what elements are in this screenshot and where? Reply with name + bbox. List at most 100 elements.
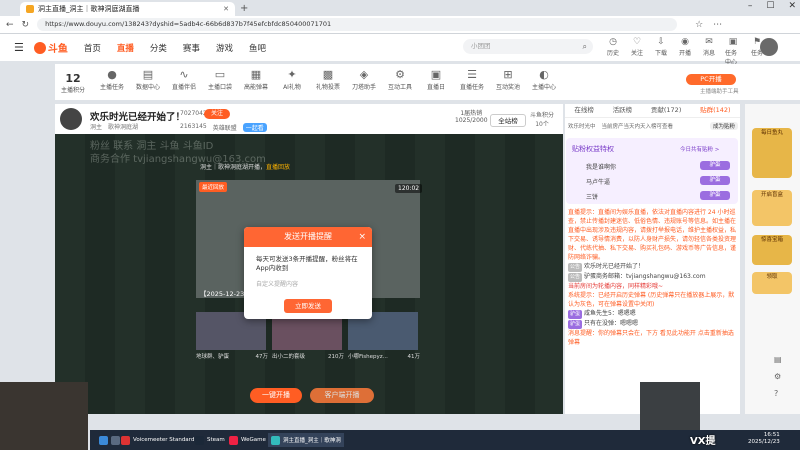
follow-list-button[interactable]: ♡ 关注: [629, 37, 645, 66]
hot-rank[interactable]: 1届热销 1025/2000: [455, 108, 488, 124]
rail-daily-fishball[interactable]: 每日鱼丸: [752, 128, 792, 178]
wave-icon: ∿: [179, 68, 189, 81]
header-icons: ◷ 历史 ♡ 关注 ⇩ 下载 ◉ 开播 ✉ 消息 ▣ 任务中心 ⚑ 任务: [605, 37, 765, 66]
fan-row[interactable]: 三饼: [586, 192, 598, 201]
tool-pocket[interactable]: ▭ 主播口袋: [203, 68, 237, 91]
watch-together-badge[interactable]: 一起看: [242, 123, 267, 132]
windows-icon[interactable]: [99, 435, 108, 445]
all-site-rank-button[interactable]: 全站榜: [490, 114, 526, 127]
msg-text: 咸鱼先生5：嗯嗯嗯: [583, 310, 636, 317]
task-center-button[interactable]: ▣ 任务中心: [725, 37, 741, 66]
tool-interactive[interactable]: ⚙ 互动工具: [383, 68, 417, 91]
taskbar-app[interactable]: WeGame: [226, 433, 269, 447]
tab-online[interactable]: 在线榜: [574, 104, 594, 117]
menu-icon[interactable]: ☰: [14, 41, 24, 54]
chat-system-msg: 直播提示：直播间为娱乐直播，依法对直播内容进行 24 小时巡查，禁止传播封建迷信…: [568, 209, 737, 261]
wegame-icon: [229, 435, 238, 445]
tool-ai-gift[interactable]: ✦ AI礼物: [275, 68, 309, 91]
extensions-icon[interactable]: ⋯: [713, 20, 722, 30]
back-icon[interactable]: ←: [6, 20, 14, 30]
reminder-input[interactable]: 自定义提醒内容: [256, 279, 360, 288]
douyu-logo[interactable]: 斗鱼: [33, 40, 68, 55]
start-live-button[interactable]: ◉ 开播: [677, 37, 693, 66]
maximize-icon[interactable]: ☐: [766, 1, 774, 11]
new-tab-button[interactable]: +: [240, 3, 248, 14]
tool-danmaku[interactable]: ▦ 高能弹幕: [239, 68, 273, 91]
help-icon[interactable]: ?: [774, 389, 782, 398]
tab-fans[interactable]: 贴群(142): [700, 104, 730, 117]
nav-live[interactable]: 直播: [117, 42, 134, 54]
tool-anchor-center[interactable]: ◐ 主播中心: [527, 68, 561, 91]
bookmark-icon[interactable]: ☆: [695, 20, 703, 30]
tool-dota[interactable]: ◈ 刀塔助手: [347, 68, 381, 91]
pc-live-button[interactable]: PC开播: [686, 74, 736, 85]
tool-live-task[interactable]: ☰ 直播任务: [455, 68, 489, 91]
open-live-button[interactable]: 一键开播: [250, 388, 302, 403]
search-input[interactable]: 小团团 ⌕: [463, 39, 593, 54]
modal-header: 发送开播提醒 ×: [244, 227, 372, 247]
hot-value: 2163145: [180, 123, 207, 130]
url-field[interactable]: https://www.douyu.com/138243?dyshid=5adb…: [37, 18, 678, 31]
follow-button[interactable]: 关注: [204, 109, 230, 119]
taskbar-app[interactable]: 洞主直播_洞主｜歌神洞: [268, 433, 344, 447]
nav-fishbar[interactable]: 鱼吧: [249, 42, 266, 54]
close-window-icon[interactable]: ✕: [788, 1, 796, 11]
tool-gift-vote[interactable]: ▩ 礼物投票: [311, 68, 345, 91]
anchor-score[interactable]: 12 主播积分: [58, 72, 88, 94]
tool-prize-pool[interactable]: ⊞ 互动奖池: [491, 68, 525, 91]
refresh-icon[interactable]: ↻: [22, 20, 30, 30]
vote-icon: ▩: [322, 68, 334, 81]
download-button[interactable]: ⇩ 下载: [653, 37, 669, 66]
anchor-name[interactable]: 洞主: [90, 122, 102, 131]
fan-count-link[interactable]: 今日共有贴粉 >: [680, 145, 719, 153]
notice-replay-link[interactable]: 直播回放: [266, 164, 290, 171]
fish-label: 斗鱼积分: [530, 112, 555, 119]
tab-active[interactable]: 活跃榜: [613, 104, 633, 117]
news-icon[interactable]: ▤: [774, 355, 782, 364]
fan-row[interactable]: 马卢牛逼: [586, 177, 610, 186]
tool-label: 主播口袋: [207, 84, 232, 91]
side-icons: ▤ ⚙ ?: [774, 355, 782, 398]
rail-treasure-box[interactable]: 惊喜宝箱: [752, 235, 792, 265]
msg-text: 欢乐时光已经开始了！: [583, 263, 644, 270]
chat-msg: 公告 欢乐时光已经开始了！: [568, 262, 736, 272]
chat-msg: 公告 驴蛋商务邮箱：tvjiangshangwu@163.com: [568, 272, 736, 282]
close-icon[interactable]: ×: [358, 227, 366, 247]
tool-anchor-task[interactable]: ● 主播任务: [95, 68, 129, 91]
taskbar-app[interactable]: Voicemeeter Standard: [118, 433, 197, 447]
user-avatar[interactable]: [760, 38, 778, 56]
nav-games[interactable]: 游戏: [216, 42, 233, 54]
tab-contrib[interactable]: 贡献(172): [651, 104, 681, 117]
settings-icon[interactable]: ⚙: [774, 372, 782, 381]
fan-row[interactable]: 我是谁啊你: [586, 162, 616, 171]
nav-category[interactable]: 分类: [150, 42, 167, 54]
fan-count: 7027042: [180, 110, 207, 117]
game-name[interactable]: 英雄联盟: [213, 123, 237, 132]
rail-claim[interactable]: 领取: [752, 272, 792, 294]
tool-label: 直播伴侣: [171, 84, 196, 91]
messages-button[interactable]: ✉ 消息: [701, 37, 717, 66]
become-fan-button[interactable]: 成为贴粉: [709, 122, 738, 130]
nav-home[interactable]: 首页: [84, 42, 101, 54]
start-live-label: 开播: [678, 50, 691, 57]
tool-companion[interactable]: ∿ 直播伴侣: [167, 68, 201, 91]
gift-box-icon: ⊞: [503, 68, 513, 81]
tool-live-day[interactable]: ▣ 直播日: [419, 68, 453, 91]
room-category[interactable]: 歌神洞庭湖: [108, 122, 138, 131]
nav-events[interactable]: 赛事: [183, 42, 200, 54]
history-button[interactable]: ◷ 历史: [605, 37, 621, 66]
fish-points[interactable]: 斗鱼积分 10个: [530, 110, 554, 128]
close-tab-icon[interactable]: ✕: [223, 5, 229, 13]
notice-tag: 公告: [568, 263, 583, 272]
rail-blind-box[interactable]: 开启盲盒: [752, 190, 792, 226]
tool-label: 主播中心: [531, 84, 556, 91]
minimize-icon[interactable]: –: [748, 1, 753, 11]
browser-tab[interactable]: 洞主直播_洞主｜歌神洞庭湖直播 ✕: [20, 2, 235, 16]
client-live-button[interactable]: 客户端开播: [310, 388, 374, 403]
taskbar-app[interactable]: Steam: [192, 433, 228, 447]
search-icon[interactable]: ⌕: [583, 39, 587, 54]
modal-body: 每天可发送3条开播提醒，粉丝将在App内收到: [256, 255, 358, 272]
anchor-avatar[interactable]: [60, 108, 82, 130]
send-now-button[interactable]: 立即发送: [284, 299, 332, 313]
tool-data-center[interactable]: ▤ 数据中心: [131, 68, 165, 91]
